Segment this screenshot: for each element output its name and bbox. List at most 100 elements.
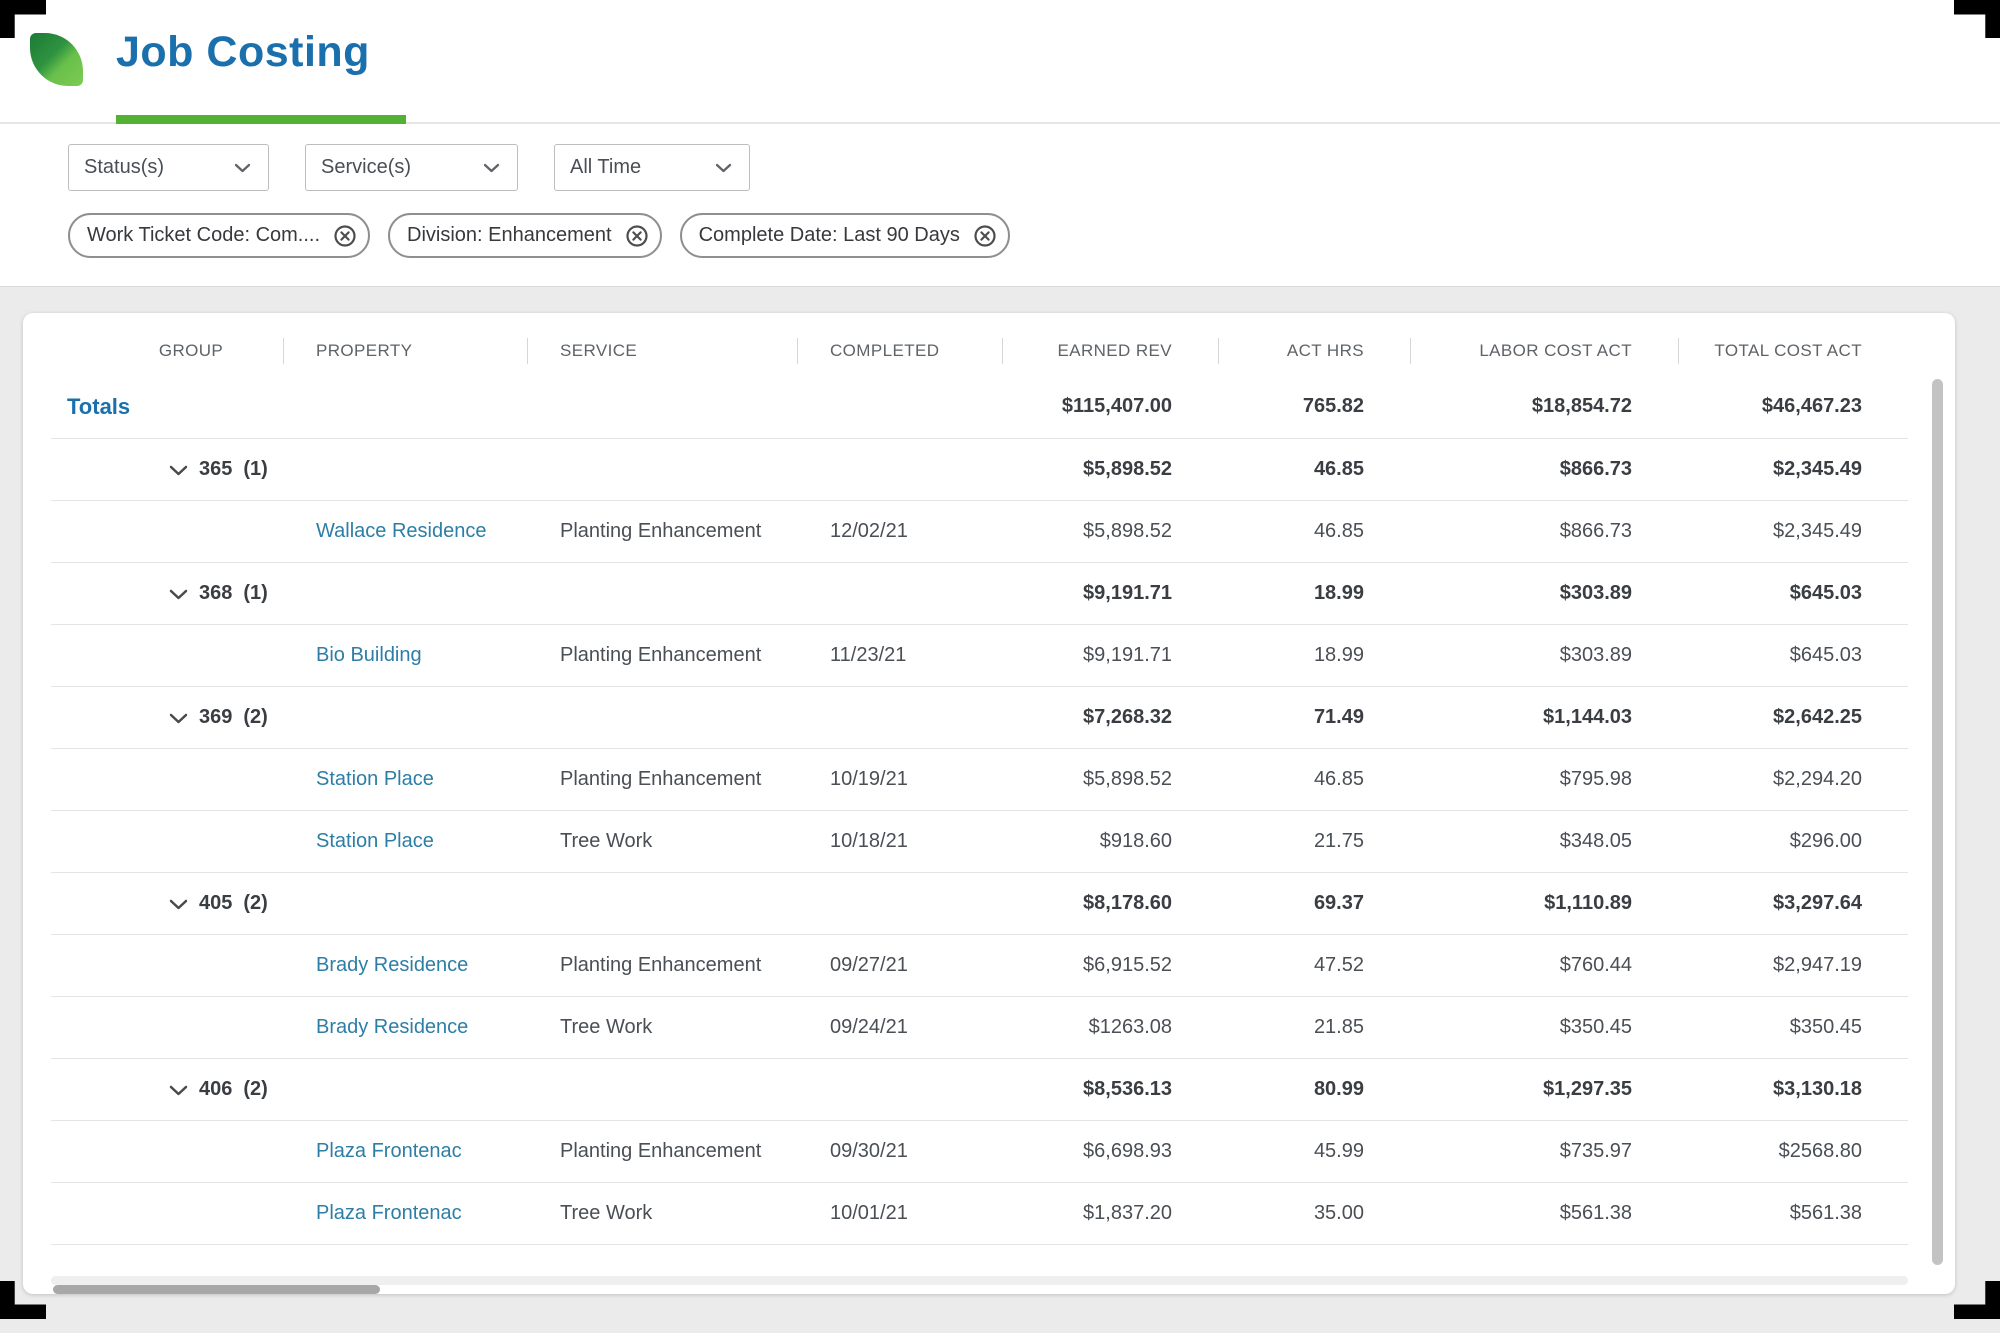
total-cost-value: $2,345.49: [1678, 458, 1908, 481]
group-count: (1): [243, 582, 267, 605]
column-header-total-cost-act[interactable]: TOTAL COST ACT: [1678, 327, 1908, 375]
leaf-logo-icon: [30, 33, 83, 86]
group-row-405[interactable]: 405 (2) $8,178.60 69.37 $1,110.89 $3,297…: [51, 873, 1908, 935]
service-filter-dropdown[interactable]: Service(s): [305, 144, 518, 191]
total-cost-value: $296.00: [1678, 830, 1908, 853]
column-header-completed[interactable]: COMPLETED: [797, 327, 1002, 375]
close-icon[interactable]: [973, 224, 997, 248]
act-hrs-value: 18.99: [1218, 582, 1410, 605]
table-row: Brady Residence Tree Work 09/24/21 $1263…: [51, 997, 1908, 1059]
filter-chip-division[interactable]: Division: Enhancement: [388, 213, 662, 258]
filter-chip-work-ticket-code[interactable]: Work Ticket Code: Com....: [68, 213, 370, 258]
column-header-earned-rev[interactable]: EARNED REV: [1002, 327, 1218, 375]
active-tab-indicator: [116, 115, 406, 124]
earned-rev-value: $9,191.71: [1002, 644, 1218, 667]
property-link[interactable]: Plaza Frontenac: [316, 1202, 462, 1224]
column-header-group[interactable]: GROUP: [51, 327, 283, 375]
group-row-368[interactable]: 368 (1) $9,191.71 18.99 $303.89 $645.03: [51, 563, 1908, 625]
act-hrs-value: 69.37: [1218, 892, 1410, 915]
total-cost-value: $3,297.64: [1678, 892, 1908, 915]
status-filter-label: Status(s): [84, 156, 164, 179]
horizontal-scrollbar-track[interactable]: [51, 1276, 1908, 1285]
table-row: Plaza Frontenac Tree Work 10/01/21 $1,83…: [51, 1183, 1908, 1245]
filter-chip-row: Work Ticket Code: Com.... Division: Enha…: [68, 213, 2000, 258]
property-link[interactable]: Station Place: [316, 768, 434, 790]
filter-chip-complete-date[interactable]: Complete Date: Last 90 Days: [680, 213, 1010, 258]
act-hrs-value: 45.99: [1218, 1140, 1410, 1163]
group-name: 369: [199, 706, 232, 729]
group-count: (2): [243, 892, 267, 915]
chevron-down-icon[interactable]: [169, 589, 188, 600]
property-link[interactable]: Plaza Frontenac: [316, 1140, 462, 1162]
earned-rev-value: $1,837.20: [1002, 1202, 1218, 1225]
totals-row: Totals $115,407.00 765.82 $18,854.72 $46…: [51, 375, 1908, 439]
filter-dropdown-row: Status(s) Service(s) All Time: [68, 144, 2000, 191]
service-value: Tree Work: [527, 1202, 797, 1225]
completed-value: 09/27/21: [797, 954, 1002, 977]
completed-value: 11/23/21: [797, 644, 1002, 667]
chevron-down-icon[interactable]: [169, 713, 188, 724]
labor-cost-value: $795.98: [1410, 768, 1678, 791]
chevron-down-icon[interactable]: [169, 899, 188, 910]
column-header-labor-cost-act[interactable]: LABOR COST ACT: [1410, 327, 1678, 375]
group-count: (1): [243, 458, 267, 481]
labor-cost-value: $350.45: [1410, 1016, 1678, 1039]
chevron-down-icon[interactable]: [169, 465, 188, 476]
table-row: Station Place Planting Enhancement 10/19…: [51, 749, 1908, 811]
property-link[interactable]: Wallace Residence: [316, 520, 486, 542]
property-link[interactable]: Brady Residence: [316, 954, 468, 976]
service-value: Planting Enhancement: [527, 954, 797, 977]
total-cost-value: $645.03: [1678, 644, 1908, 667]
labor-cost-value: $348.05: [1410, 830, 1678, 853]
labor-cost-value: $561.38: [1410, 1202, 1678, 1225]
earned-rev-value: $5,898.52: [1002, 520, 1218, 543]
labor-cost-value: $866.73: [1410, 520, 1678, 543]
chevron-down-icon[interactable]: [169, 1085, 188, 1096]
property-link[interactable]: Bio Building: [316, 644, 422, 666]
totals-earned-rev: $115,407.00: [1002, 395, 1218, 418]
earned-rev-value: $6,915.52: [1002, 954, 1218, 977]
vertical-scrollbar[interactable]: [1932, 379, 1943, 1265]
column-header-act-hrs[interactable]: ACT HRS: [1218, 327, 1410, 375]
horizontal-scrollbar[interactable]: [53, 1285, 380, 1294]
group-row-406[interactable]: 406 (2) $8,536.13 80.99 $1,297.35 $3,130…: [51, 1059, 1908, 1121]
act-hrs-value: 46.85: [1218, 768, 1410, 791]
labor-cost-value: $1,110.89: [1410, 892, 1678, 915]
act-hrs-value: 47.52: [1218, 954, 1410, 977]
group-count: (2): [243, 1078, 267, 1101]
column-header-property[interactable]: PROPERTY: [283, 327, 527, 375]
labor-cost-value: $1,144.03: [1410, 706, 1678, 729]
earned-rev-value: $8,536.13: [1002, 1078, 1218, 1101]
property-link[interactable]: Brady Residence: [316, 1016, 468, 1038]
totals-labor-cost-act: $18,854.72: [1410, 395, 1678, 418]
group-row-369[interactable]: 369 (2) $7,268.32 71.49 $1,144.03 $2,642…: [51, 687, 1908, 749]
completed-value: 10/01/21: [797, 1202, 1002, 1225]
act-hrs-value: 80.99: [1218, 1078, 1410, 1101]
total-cost-value: $2568.80: [1678, 1140, 1908, 1163]
total-cost-value: $561.38: [1678, 1202, 1908, 1225]
content-area: GROUP PROPERTY SERVICE COMPLETED EARNED …: [0, 287, 2000, 1333]
close-icon[interactable]: [333, 224, 357, 248]
act-hrs-value: 46.85: [1218, 520, 1410, 543]
group-row-365[interactable]: 365 (1) $5,898.52 46.85 $866.73 $2,345.4…: [51, 439, 1908, 501]
totals-label: Totals: [51, 394, 283, 420]
property-link[interactable]: Station Place: [316, 830, 434, 852]
chevron-down-icon: [715, 163, 732, 173]
earned-rev-value: $8,178.60: [1002, 892, 1218, 915]
chip-label: Complete Date: Last 90 Days: [699, 224, 960, 247]
time-filter-dropdown[interactable]: All Time: [554, 144, 750, 191]
act-hrs-value: 21.85: [1218, 1016, 1410, 1039]
job-costing-table-card: GROUP PROPERTY SERVICE COMPLETED EARNED …: [23, 313, 1955, 1294]
completed-value: 10/18/21: [797, 830, 1002, 853]
time-filter-label: All Time: [570, 156, 641, 179]
service-value: Planting Enhancement: [527, 644, 797, 667]
job-costing-table: GROUP PROPERTY SERVICE COMPLETED EARNED …: [51, 327, 1908, 1245]
table-header-row: GROUP PROPERTY SERVICE COMPLETED EARNED …: [51, 327, 1908, 375]
chip-label: Work Ticket Code: Com....: [87, 224, 320, 247]
group-name: 406: [199, 1078, 232, 1101]
status-filter-dropdown[interactable]: Status(s): [68, 144, 269, 191]
column-header-service[interactable]: SERVICE: [527, 327, 797, 375]
close-icon[interactable]: [625, 224, 649, 248]
table-row: Wallace Residence Planting Enhancement 1…: [51, 501, 1908, 563]
total-cost-value: $2,947.19: [1678, 954, 1908, 977]
